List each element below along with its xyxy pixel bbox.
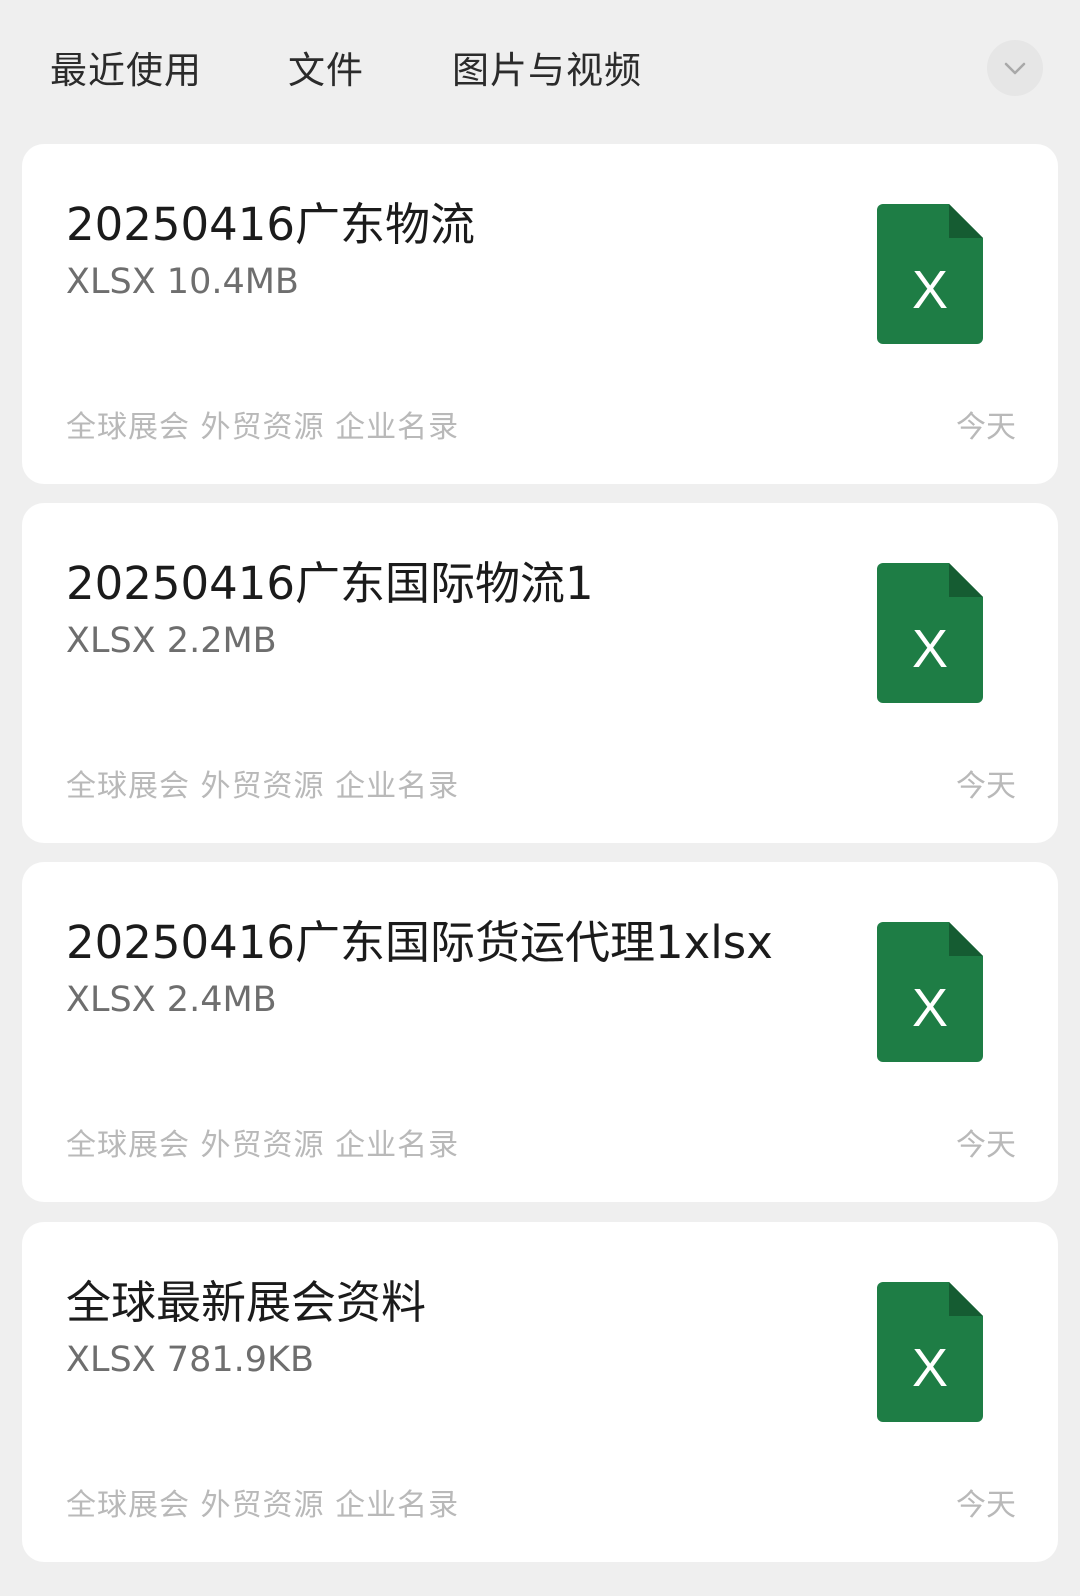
file-meta: XLSX 2.4MB — [66, 980, 277, 1020]
more-tabs-button[interactable] — [987, 40, 1043, 96]
file-name: 全球最新展会资料 — [66, 1276, 427, 1329]
file-tags: 全球展会 外贸资源 企业名录 — [66, 1488, 460, 1523]
file-tags: 全球展会 外贸资源 企业名录 — [66, 769, 460, 804]
excel-icon-letter: X — [912, 619, 948, 679]
excel-file-icon: X — [877, 563, 983, 703]
file-date: 今天 — [956, 410, 1016, 445]
excel-icon-letter: X — [912, 978, 948, 1038]
file-name: 20250416广东物流 — [66, 198, 476, 251]
file-card[interactable]: 20250416广东物流 XLSX 10.4MB X 全球展会 外贸资源 企业名… — [22, 144, 1058, 484]
file-date: 今天 — [956, 1128, 1016, 1163]
tab-recent[interactable]: 最近使用 — [50, 40, 202, 94]
file-name: 20250416广东国际货运代理1xlsx — [66, 916, 773, 969]
file-card[interactable]: 20250416广东国际货运代理1xlsx XLSX 2.4MB X 全球展会 … — [22, 862, 1058, 1202]
file-tags: 全球展会 外贸资源 企业名录 — [66, 1128, 460, 1163]
excel-icon-letter: X — [912, 260, 948, 320]
excel-file-icon: X — [877, 922, 983, 1062]
file-meta: XLSX 781.9KB — [66, 1340, 314, 1380]
excel-icon-letter: X — [912, 1338, 948, 1398]
file-date: 今天 — [956, 1488, 1016, 1523]
excel-file-icon: X — [877, 1282, 983, 1422]
file-meta: XLSX 10.4MB — [66, 262, 299, 302]
file-card[interactable]: 20250416广东国际物流1 XLSX 2.2MB X 全球展会 外贸资源 企… — [22, 503, 1058, 843]
file-meta: XLSX 2.2MB — [66, 621, 277, 661]
file-name: 20250416广东国际物流1 — [66, 557, 594, 610]
file-card[interactable]: 全球最新展会资料 XLSX 781.9KB X 全球展会 外贸资源 企业名录 今… — [22, 1222, 1058, 1562]
tab-images-videos[interactable]: 图片与视频 — [452, 40, 642, 94]
excel-file-icon: X — [877, 204, 983, 344]
chevron-down-icon — [1004, 62, 1026, 75]
file-tags: 全球展会 外贸资源 企业名录 — [66, 410, 460, 445]
tab-files[interactable]: 文件 — [288, 40, 364, 94]
tab-bar: 最近使用 文件 图片与视频 — [0, 0, 1080, 142]
file-date: 今天 — [956, 769, 1016, 804]
